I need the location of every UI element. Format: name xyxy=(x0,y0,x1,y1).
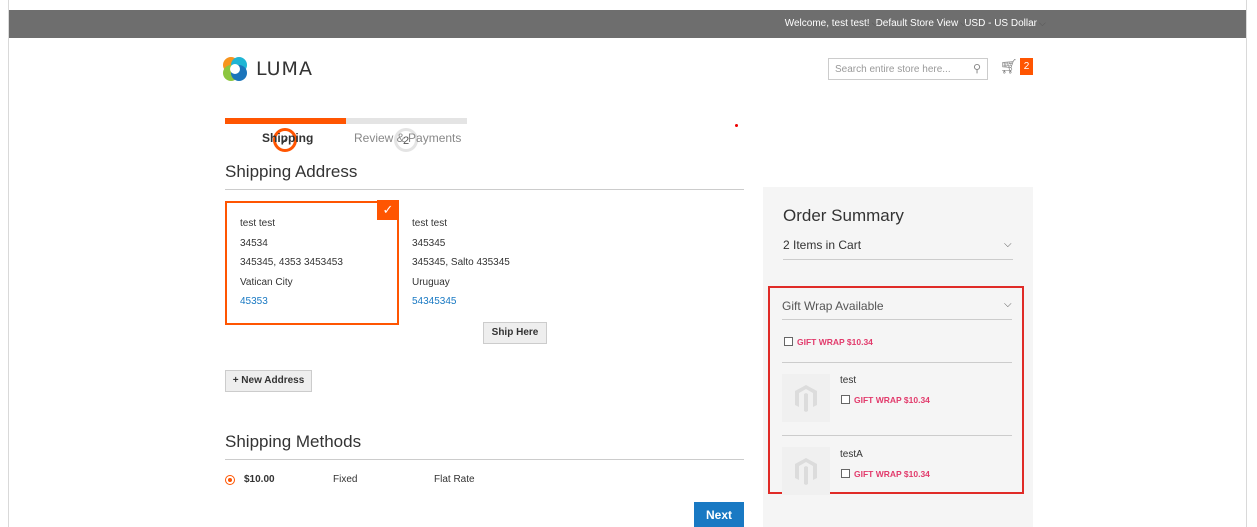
divider xyxy=(225,459,744,460)
chevron-down-icon[interactable]: ⌵ xyxy=(1004,299,1012,310)
progress-pending xyxy=(346,118,467,124)
gift-wrap-item-label: GIFT WRAP $10.34 xyxy=(854,469,930,479)
product-name: testA xyxy=(840,449,863,460)
gift-wrap-order-checkbox[interactable] xyxy=(784,337,793,346)
welcome-menu[interactable]: Welcome, test test! ⌵ xyxy=(784,18,879,29)
gift-wrap-title[interactable]: Gift Wrap Available xyxy=(782,299,884,313)
gift-wrap-item-checkbox[interactable] xyxy=(841,395,850,404)
gift-wrap-item-checkbox[interactable] xyxy=(841,469,850,478)
store-logo[interactable]: LUMA xyxy=(222,56,313,82)
address-line1: 34534 xyxy=(240,237,268,249)
top-header-bar: Welcome, test test! ⌵ Default Store View ⌵… xyxy=(9,10,1246,38)
selected-check-icon: ✓ xyxy=(377,200,399,220)
minicart[interactable]: 🛒︎ 2 xyxy=(1000,58,1034,75)
search-icon[interactable]: ⚲ xyxy=(973,62,981,75)
address-line2: 345345, 4353 3453453 xyxy=(240,257,343,268)
new-address-button[interactable]: + New Address xyxy=(225,370,312,392)
step-shipping-label[interactable]: Shipping xyxy=(262,131,313,145)
divider xyxy=(782,435,1012,436)
divider xyxy=(783,259,1013,260)
chevron-down-icon: ⌵ xyxy=(960,18,968,28)
step-review-label[interactable]: Review & Payments xyxy=(354,131,461,145)
currency-text: USD - US Dollar xyxy=(964,18,1037,29)
next-button[interactable]: Next xyxy=(694,502,744,527)
address-name: test test xyxy=(240,218,276,229)
store-view-switcher[interactable]: Default Store View ⌵ xyxy=(875,18,967,29)
shipping-carrier-name: Flat Rate xyxy=(434,474,475,485)
shipping-method-radio[interactable] xyxy=(225,475,235,485)
welcome-text: Welcome, test test! xyxy=(784,18,870,29)
search-input[interactable]: Search entire store here... ⚲ xyxy=(828,58,988,80)
address-phone[interactable]: 54345345 xyxy=(412,292,510,312)
product-thumbnail xyxy=(782,374,830,422)
magento-placeholder-icon xyxy=(795,458,817,485)
items-in-cart-toggle[interactable]: 2 Items in Cart xyxy=(783,238,861,252)
chevron-down-icon[interactable]: ⌵ xyxy=(1004,239,1012,250)
cart-icon: 🛒︎ xyxy=(1000,58,1018,74)
chevron-down-icon: ⌵ xyxy=(871,18,879,28)
divider xyxy=(782,319,1012,320)
ship-here-button[interactable]: Ship Here xyxy=(483,322,547,344)
progress-complete xyxy=(225,118,346,124)
magento-placeholder-icon xyxy=(795,385,817,412)
address-name: test test xyxy=(412,218,448,229)
address-phone[interactable]: 45353 xyxy=(240,292,343,312)
store-view-text: Default Store View xyxy=(875,18,959,29)
address-country: Vatican City xyxy=(240,276,293,288)
shipping-method-name: Fixed xyxy=(333,474,358,485)
address-line1: 345345 xyxy=(412,237,446,249)
shipping-methods-title: Shipping Methods xyxy=(225,432,362,451)
right-frame xyxy=(1246,0,1257,527)
address-line2: 345345, Salto 435345 xyxy=(412,257,510,268)
address-details: test test 34534 345345, 4353 3453453 Vat… xyxy=(240,214,343,312)
search-placeholder: Search entire store here... xyxy=(835,64,951,75)
gift-wrap-item-label: GIFT WRAP $10.34 xyxy=(854,395,930,405)
left-frame xyxy=(0,0,9,527)
checkout-progress-bar xyxy=(225,118,467,124)
stray-dot xyxy=(735,124,738,127)
chevron-down-icon: ⌵ xyxy=(1039,18,1046,28)
gift-wrap-order-label: GIFT WRAP $10.34 xyxy=(797,337,873,347)
address-country: Uruguay xyxy=(412,276,450,288)
divider xyxy=(782,362,1012,363)
logo-text: LUMA xyxy=(256,58,313,80)
product-name: test xyxy=(840,375,857,386)
divider xyxy=(225,189,744,190)
luma-logo-icon xyxy=(223,57,247,81)
currency-switcher[interactable]: USD - US Dollar ⌵ xyxy=(964,18,1046,29)
product-thumbnail xyxy=(782,447,830,495)
address-card: test test 345345 345345, Salto 435345 Ur… xyxy=(412,214,510,312)
shipping-price: $10.00 xyxy=(244,474,275,485)
shipping-address-title: Shipping Address xyxy=(225,162,358,181)
order-summary-title: Order Summary xyxy=(783,206,904,225)
cart-count-badge: 2 xyxy=(1019,58,1034,75)
